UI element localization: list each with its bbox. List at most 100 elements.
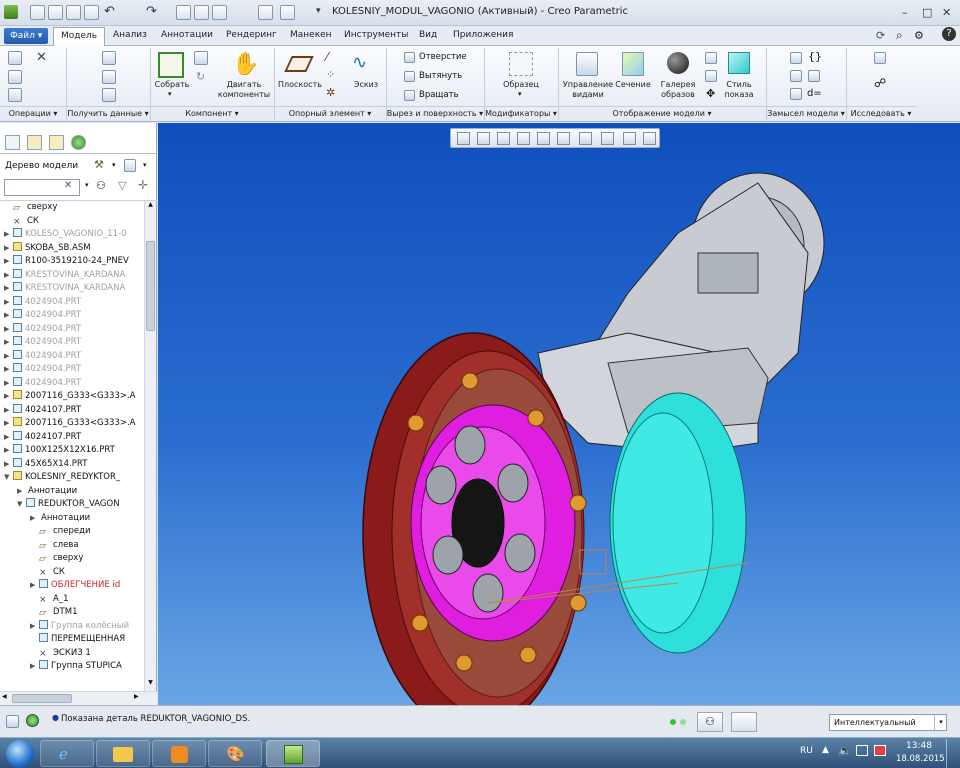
scrollbar-thumb[interactable]	[146, 241, 155, 331]
find-binoculars-icon[interactable]: ⚇	[697, 712, 723, 732]
group-datum[interactable]: Опорный элемент ▾	[274, 106, 386, 121]
tree-expander-icon[interactable]: ▶	[4, 296, 13, 310]
datum-display-icon[interactable]	[601, 132, 614, 145]
tree-item[interactable]: ▶ SKOBA_SB.ASM	[4, 241, 144, 256]
settings-gear-icon[interactable]: ⚙	[914, 29, 924, 42]
assembly-model-render[interactable]	[158, 123, 960, 734]
tree-item[interactable]: ▶ KOLESO_VAGONIO_11-0	[4, 228, 144, 242]
delete-x-icon[interactable]: ✕	[36, 50, 47, 65]
section-icon[interactable]	[622, 52, 644, 76]
tree-expander-icon[interactable]: ▶	[4, 309, 13, 323]
tree-item[interactable]: ▱ спереди	[4, 525, 144, 539]
sketch-icon[interactable]: ∿	[352, 52, 367, 73]
copy-icon[interactable]	[8, 70, 22, 84]
d-equals-button[interactable]: d=	[807, 88, 822, 99]
search-chevron-icon[interactable]: ▾	[85, 181, 89, 189]
zoom-in-icon[interactable]	[477, 132, 490, 145]
zoom-out-icon[interactable]	[497, 132, 510, 145]
tree-settings-icon[interactable]: ⚒	[94, 158, 104, 171]
tree-show-chevron-icon[interactable]: ▾	[143, 161, 147, 169]
group-component[interactable]: Компонент ▾	[150, 106, 274, 121]
help-icon[interactable]: ⟳	[876, 29, 885, 42]
graphics-viewport[interactable]	[158, 123, 960, 734]
tree-expander-icon[interactable]: ▶	[4, 269, 13, 283]
add-icon[interactable]: ✛	[138, 178, 148, 192]
tree-item[interactable]: ▶ 4024904.PRT	[4, 295, 144, 310]
tree-expander-icon[interactable]: ▶	[4, 444, 13, 458]
plane-button[interactable]: Плоскость	[278, 80, 322, 89]
clear-search-icon[interactable]: ✕	[64, 180, 72, 191]
close-button[interactable]: ✕	[942, 6, 951, 19]
tree-expander-icon[interactable]: ▶	[30, 620, 39, 634]
language-indicator[interactable]: RU	[800, 746, 813, 756]
tab-manikin[interactable]: Манекен	[285, 30, 337, 40]
tree-item[interactable]: ▶ R100-3519210-24_PNEV	[4, 255, 144, 269]
tree-expander-icon[interactable]: ▶	[30, 512, 39, 526]
repaint-icon[interactable]	[517, 132, 530, 145]
scroll-down-icon[interactable]: ▼	[146, 679, 155, 689]
tree-expander-icon[interactable]: ▶	[17, 485, 26, 499]
component-icon[interactable]	[194, 51, 208, 65]
taskbar-explorer[interactable]	[96, 740, 150, 767]
spin-center-icon[interactable]	[623, 132, 636, 145]
clock-date[interactable]: 18.08.2015	[896, 754, 945, 764]
tree-item[interactable]: ▱ сверху	[4, 201, 144, 215]
intent-icon-3[interactable]	[808, 70, 820, 82]
clock-time[interactable]: 13:48	[906, 741, 932, 751]
tree-expander-icon[interactable]: ▼	[17, 498, 26, 512]
group-get-data[interactable]: Получить данные ▾	[66, 106, 150, 121]
pattern-button[interactable]: Образец	[498, 80, 544, 89]
taskbar-creo[interactable]	[266, 740, 320, 767]
extrude-icon[interactable]	[404, 71, 415, 82]
drag-hand-icon[interactable]: ✋	[232, 52, 259, 77]
tree-expander-icon[interactable]: ▶	[4, 458, 13, 472]
taskbar-ie[interactable]: ℯ	[40, 740, 94, 767]
display-style-cube-icon[interactable]	[728, 52, 750, 74]
tree-expander-icon[interactable]: ▶	[4, 377, 13, 391]
view-manager-button[interactable]: Управление видами	[560, 80, 616, 100]
tree-item[interactable]: ▶ Группа STUPICA	[4, 660, 144, 674]
favorites-tab-icon[interactable]	[71, 135, 86, 150]
layers-tab-icon[interactable]	[27, 135, 42, 150]
tree-expander-icon[interactable]: ▶	[4, 323, 13, 337]
tree-item[interactable]: ▱ сверху	[4, 552, 144, 566]
tree-expander-icon[interactable]: ▶	[4, 228, 13, 242]
tree-item[interactable]: ▶ 100X125X12X16.PRT	[4, 444, 144, 458]
scroll-left-icon[interactable]: ◀	[2, 693, 7, 700]
tree-expander-icon[interactable]: ▶	[4, 282, 13, 296]
tree-expander-icon[interactable]: ▶	[4, 350, 13, 364]
tree-expander-icon[interactable]: ▶	[30, 579, 39, 593]
view-manager-tb-icon[interactable]	[579, 132, 592, 145]
help-question-icon[interactable]: ?	[942, 27, 956, 41]
tree-item[interactable]: ⨯ ЭСКИЗ 1	[4, 647, 144, 661]
tree-expander-icon[interactable]: ▶	[4, 242, 13, 256]
group-model-display[interactable]: Отображение модели ▾	[558, 106, 766, 121]
tree-item[interactable]: ▱ DTM1	[4, 606, 144, 620]
group-investigate[interactable]: Исследовать ▾	[846, 106, 916, 121]
tree-item[interactable]: ПЕРЕМЕЩЕННАЯ	[4, 633, 144, 647]
tree-item[interactable]: ▶ 2007116_G333<G333>.A	[4, 417, 144, 431]
selection-filter-dropdown[interactable]: Интеллектуальный ▾	[829, 714, 947, 731]
braces-icon[interactable]: {}	[808, 50, 822, 63]
csys-icon[interactable]: ✲	[326, 86, 335, 99]
group-model-intent[interactable]: Замысел модели ▾	[766, 106, 846, 121]
status-window-icon[interactable]	[6, 715, 19, 728]
tree-item[interactable]: ⨯ СК	[4, 566, 144, 580]
tab-annotations[interactable]: Аннотации	[156, 30, 218, 40]
group-modifiers[interactable]: Модификаторы ▾	[484, 106, 558, 121]
paste-icon[interactable]	[8, 88, 22, 102]
revolve-icon[interactable]	[404, 90, 415, 101]
display-icon-2[interactable]	[705, 70, 717, 82]
tree-expander-icon[interactable]: ▶	[4, 363, 13, 377]
flag-icon[interactable]	[874, 745, 886, 756]
scroll-up-icon[interactable]: ▲	[146, 201, 155, 211]
minimize-button[interactable]: –	[902, 6, 908, 19]
annotation-display-icon[interactable]	[643, 132, 656, 145]
tree-expander-icon[interactable]: ▶	[4, 431, 13, 445]
section-button[interactable]: Сечение	[612, 80, 654, 89]
tree-item[interactable]: ▶ Аннотации	[4, 512, 144, 526]
investigate-icon-1[interactable]	[874, 52, 886, 64]
view-manager-icon[interactable]	[576, 52, 598, 76]
tree-show-icon[interactable]	[124, 159, 136, 172]
table-icon[interactable]	[790, 88, 802, 100]
